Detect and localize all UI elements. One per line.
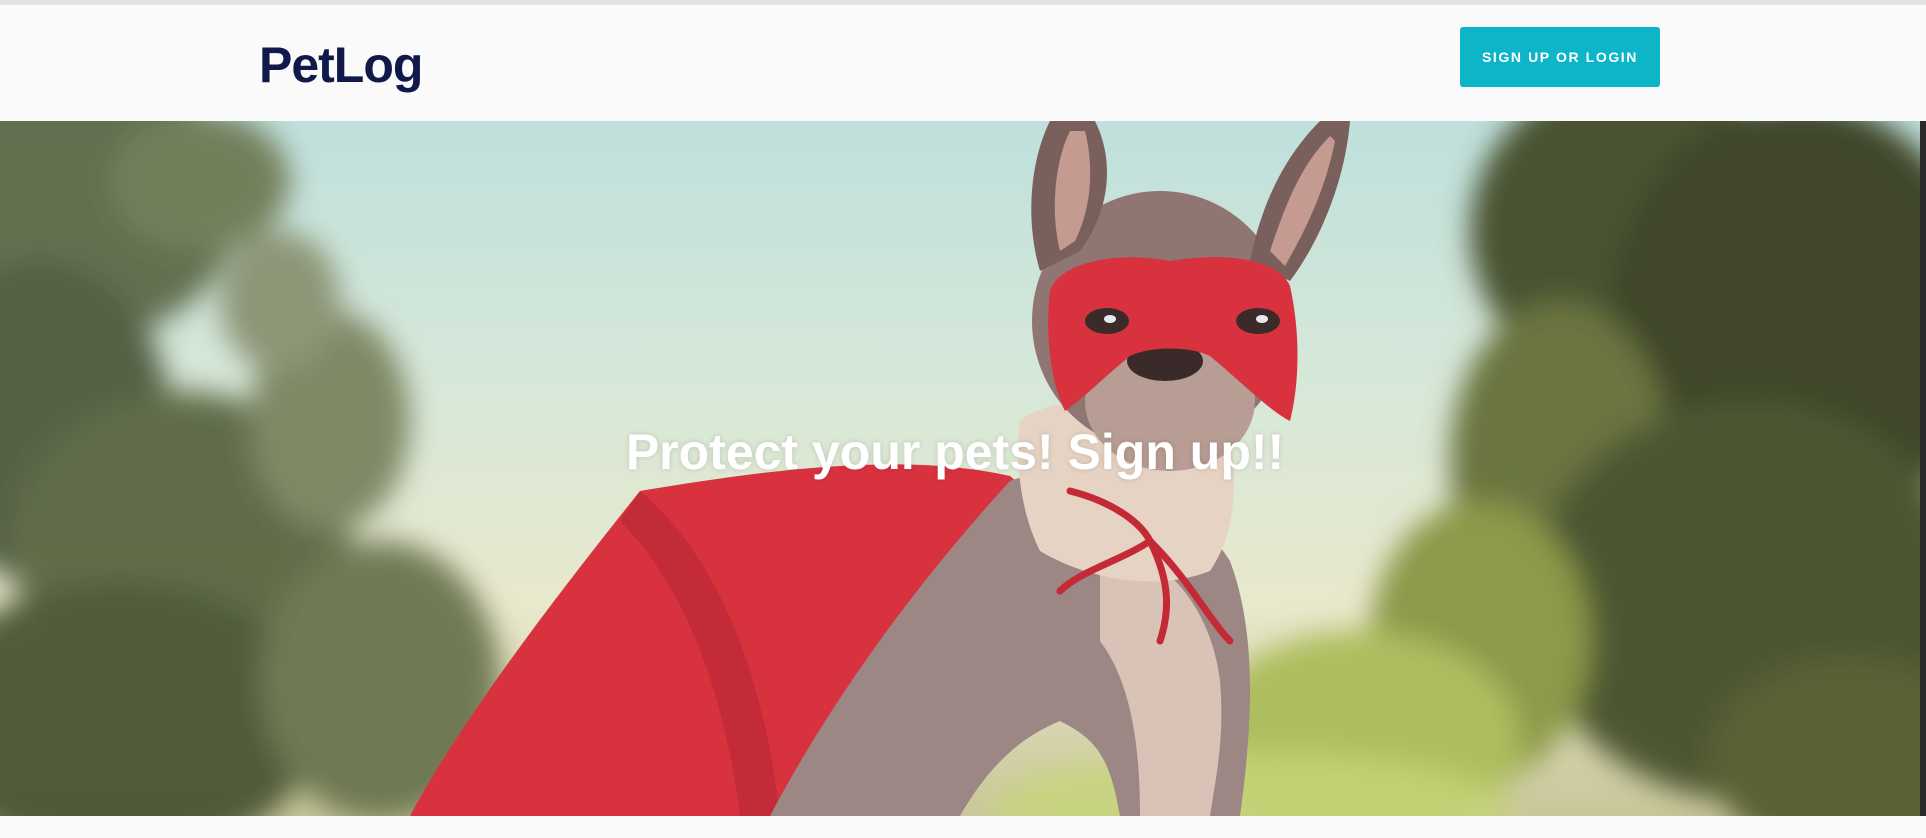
- navbar: PetLog SIGN UP OR LOGIN: [0, 5, 1926, 121]
- hero-banner: Protect your pets! Sign up!!: [0, 121, 1920, 816]
- page-bottom-strip: [0, 816, 1926, 838]
- window-edge: [1920, 121, 1926, 816]
- signup-login-button[interactable]: SIGN UP OR LOGIN: [1460, 27, 1660, 87]
- hero-title: Protect your pets! Sign up!!: [625, 424, 1285, 480]
- brand-logo[interactable]: PetLog: [259, 36, 423, 94]
